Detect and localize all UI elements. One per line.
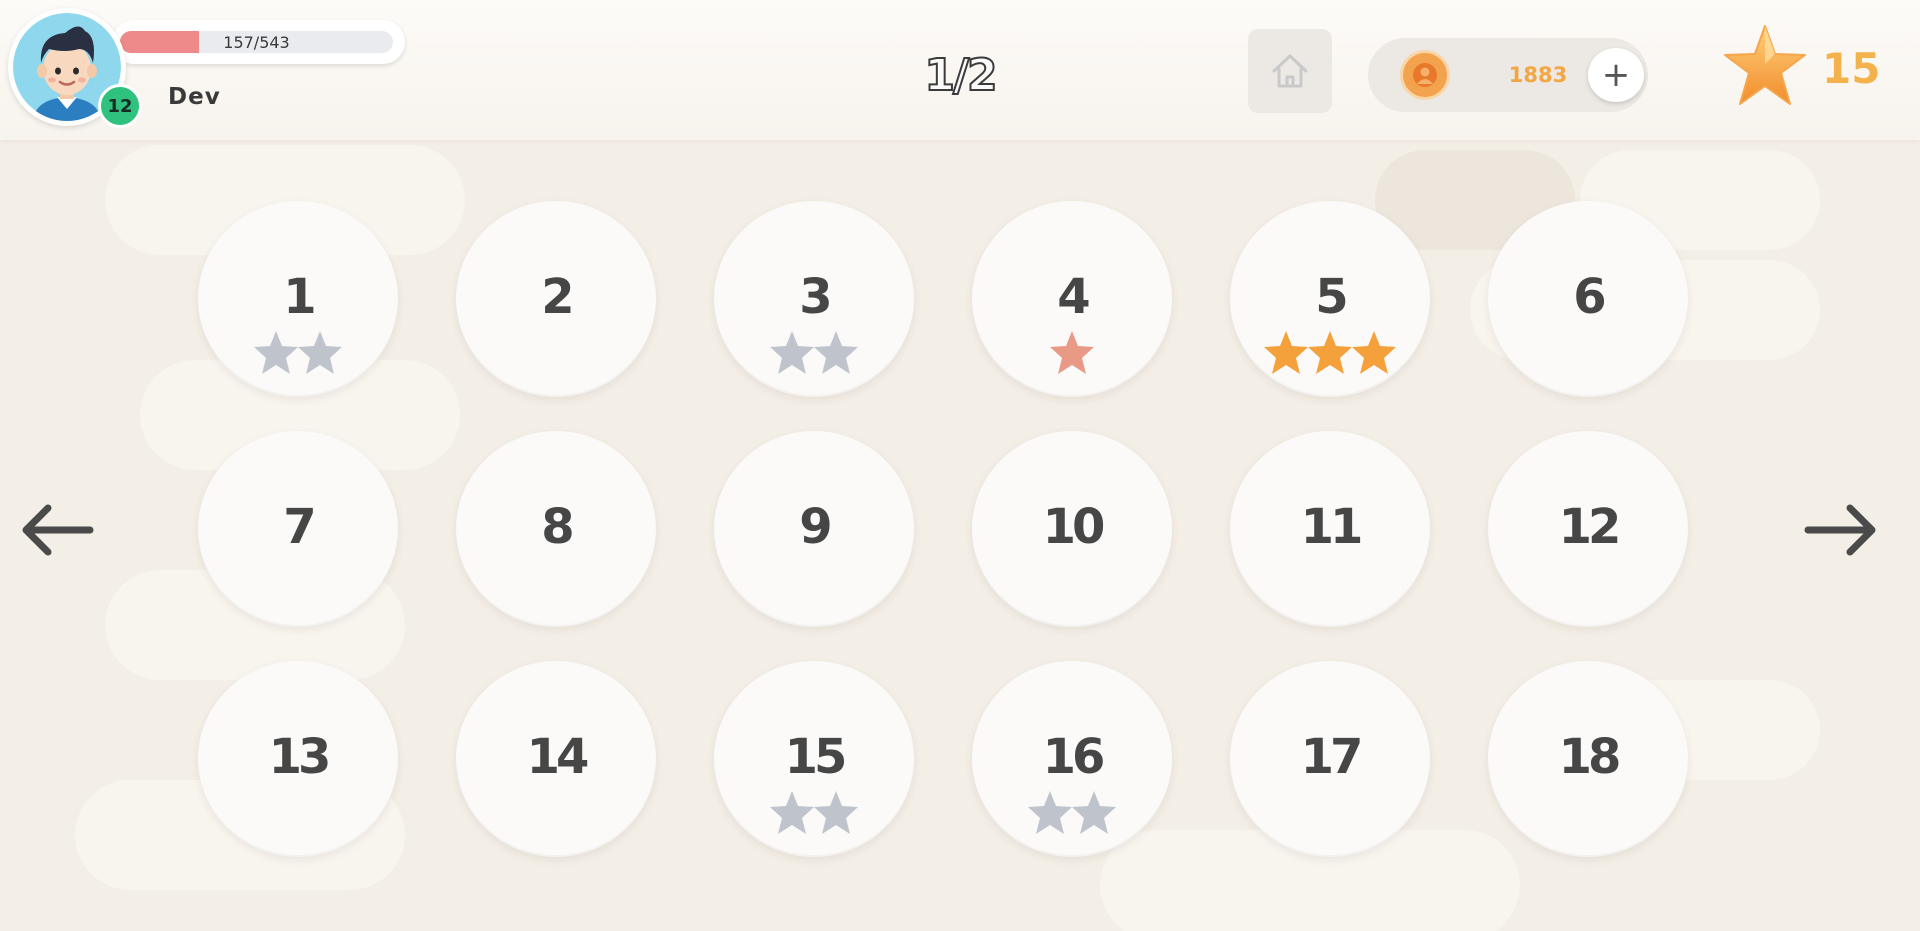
xp-progress-bar: 157/543 bbox=[112, 20, 405, 64]
level-button[interactable]: 8 bbox=[456, 431, 656, 627]
star-icon bbox=[1352, 331, 1396, 374]
level-button[interactable]: 1 bbox=[198, 201, 398, 397]
level-number: 9 bbox=[799, 499, 832, 555]
level-button[interactable]: 3 bbox=[714, 201, 914, 397]
level-number: 4 bbox=[1057, 269, 1090, 325]
level-number: 12 bbox=[1558, 499, 1622, 555]
level-star-rating bbox=[714, 789, 914, 841]
star-icon bbox=[814, 791, 858, 834]
player-name: Dev bbox=[168, 84, 221, 110]
level-star-rating bbox=[1230, 329, 1430, 381]
level-number: 17 bbox=[1300, 729, 1364, 785]
level-number: 5 bbox=[1315, 269, 1348, 325]
star-icon bbox=[1050, 331, 1094, 374]
level-button[interactable]: 14 bbox=[456, 661, 656, 857]
level-button[interactable]: 9 bbox=[714, 431, 914, 627]
xp-track: 157/543 bbox=[120, 31, 393, 53]
page-indicator: 1/2 bbox=[923, 49, 998, 102]
level-star-rating bbox=[714, 329, 914, 381]
level-button[interactable]: 17 bbox=[1230, 661, 1430, 857]
star-icon bbox=[770, 331, 814, 374]
top-bar: 157/543 12 Dev 1/2 1883 + 15 bbox=[0, 0, 1920, 140]
level-number: 16 bbox=[1042, 729, 1106, 785]
level-button[interactable]: 6 bbox=[1488, 201, 1688, 397]
level-number: 3 bbox=[799, 269, 832, 325]
coin-balance: 1883 + bbox=[1368, 38, 1648, 112]
star-icon bbox=[1308, 331, 1352, 374]
star-icon bbox=[770, 791, 814, 834]
xp-text: 157/543 bbox=[223, 32, 290, 52]
level-number: 10 bbox=[1042, 499, 1106, 555]
star-icon bbox=[814, 331, 858, 374]
level-button[interactable]: 10 bbox=[972, 431, 1172, 627]
level-number: 7 bbox=[283, 499, 316, 555]
level-button[interactable]: 13 bbox=[198, 661, 398, 857]
level-button[interactable]: 4 bbox=[972, 201, 1172, 397]
home-button[interactable] bbox=[1248, 29, 1332, 113]
level-star-rating bbox=[972, 789, 1172, 841]
star-icon bbox=[1264, 331, 1308, 374]
level-button[interactable]: 5 bbox=[1230, 201, 1430, 397]
star-icon bbox=[1028, 791, 1072, 834]
level-number: 11 bbox=[1300, 499, 1364, 555]
add-coins-button[interactable]: + bbox=[1588, 48, 1644, 102]
star-icon bbox=[298, 331, 342, 374]
level-button[interactable]: 7 bbox=[198, 431, 398, 627]
star-icon bbox=[254, 331, 298, 374]
home-icon bbox=[1272, 54, 1308, 88]
star-icon bbox=[1072, 791, 1116, 834]
level-button[interactable]: 15 bbox=[714, 661, 914, 857]
arrow-right-icon[interactable] bbox=[1804, 500, 1880, 560]
level-number: 6 bbox=[1573, 269, 1606, 325]
player-level-badge: 12 bbox=[98, 84, 142, 128]
level-number: 13 bbox=[268, 729, 332, 785]
coin-icon bbox=[1400, 50, 1450, 100]
level-number: 1 bbox=[283, 269, 316, 325]
level-star-rating bbox=[972, 329, 1172, 381]
level-button[interactable]: 18 bbox=[1488, 661, 1688, 857]
level-button[interactable]: 11 bbox=[1230, 431, 1430, 627]
level-number: 8 bbox=[541, 499, 574, 555]
arrow-left-icon[interactable] bbox=[18, 500, 94, 560]
coin-count: 1883 bbox=[1508, 63, 1568, 87]
level-star-rating bbox=[198, 329, 398, 381]
level-number: 14 bbox=[526, 729, 590, 785]
level-number: 18 bbox=[1558, 729, 1622, 785]
level-button[interactable]: 16 bbox=[972, 661, 1172, 857]
level-number: 15 bbox=[784, 729, 848, 785]
total-stars-count: 15 bbox=[1822, 44, 1881, 93]
level-number: 2 bbox=[541, 269, 574, 325]
level-button[interactable]: 2 bbox=[456, 201, 656, 397]
level-button[interactable]: 12 bbox=[1488, 431, 1688, 627]
star-icon bbox=[1724, 25, 1806, 105]
